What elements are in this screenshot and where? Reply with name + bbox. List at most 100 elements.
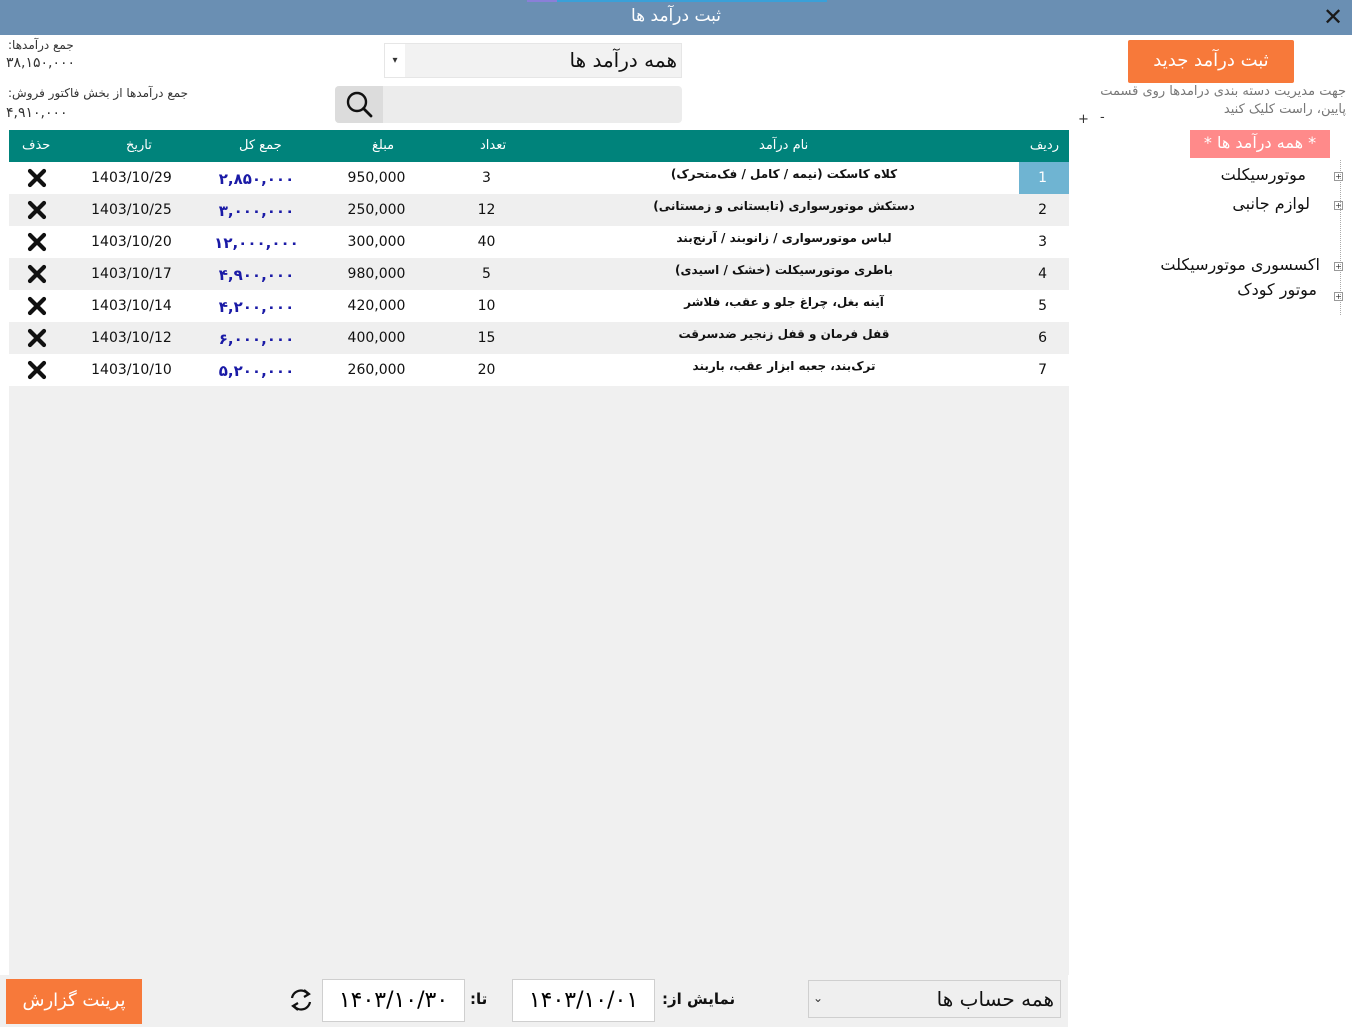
- category-hint: جهت مدیریت دسته بندی درامدها روی قسمت پا…: [1100, 84, 1346, 117]
- cell-row-number: 6: [1038, 330, 1047, 346]
- tree-expand-icon[interactable]: +: [1334, 172, 1343, 181]
- delete-icon[interactable]: [27, 232, 47, 252]
- account-select[interactable]: ⌄ همه حساب ها: [808, 980, 1061, 1018]
- cell-date: 1403/10/29: [91, 170, 172, 186]
- tree-item-motorcycle-accessory[interactable]: اکسسوری موتورسیکلت: [1160, 255, 1320, 274]
- delete-icon[interactable]: [27, 264, 47, 284]
- cell-row-number: 7: [1038, 362, 1047, 378]
- header-total[interactable]: جمع کل: [239, 138, 282, 153]
- cell-date: 1403/10/25: [91, 202, 172, 218]
- cell-amount: 950,000: [347, 170, 406, 186]
- new-income-button[interactable]: ثبت درآمد جدید: [1128, 40, 1294, 83]
- cell-count: 10: [477, 298, 496, 314]
- footer-bar: پرینت گزارش ۱۴۰۳/۱۰/۳۰ تا: ۱۴۰۳/۱۰/۰۱ نم…: [0, 975, 1068, 1027]
- header-delete: حذف: [22, 138, 51, 153]
- cell-amount: 980,000: [347, 266, 406, 282]
- search-box: [335, 86, 682, 123]
- table-row[interactable]: 3 لباس موتورسواری / زانوبند / آرنج‌بند 40 3…: [9, 226, 1069, 258]
- cell-amount: 250,000: [347, 202, 406, 218]
- tree-item-all-incomes[interactable]: * همه درآمد ها *: [1190, 130, 1330, 158]
- tree-item-accessories[interactable]: لوازم جانبی: [1232, 194, 1310, 213]
- income-table: ردیف نام درآمد تعداد مبلغ جمع کل تاریخ ح…: [9, 130, 1069, 975]
- table-header: ردیف نام درآمد تعداد مبلغ جمع کل تاریخ ح…: [9, 130, 1069, 162]
- from-date-input[interactable]: ۱۴۰۳/۱۰/۰۱: [512, 979, 655, 1022]
- search-icon[interactable]: [335, 86, 383, 123]
- from-date-label: نمایش از:: [662, 990, 736, 1008]
- cell-count: 12: [477, 202, 496, 218]
- table-row[interactable]: 4 باطری موتورسیکلت (خشک / اسیدی) 5 980,000 ۴…: [9, 258, 1069, 290]
- total-income-label: جمع درآمدها:: [8, 38, 74, 52]
- window-title: ثبت درآمد ها: [630, 6, 722, 26]
- total-income-value: ۳۸,۱۵۰,۰۰۰: [6, 55, 76, 71]
- cell-total: ۳,۰۰۰,۰۰۰: [218, 202, 295, 220]
- cell-date: 1403/10/10: [91, 362, 172, 378]
- cell-total: ۴,۹۰۰,۰۰۰: [218, 266, 295, 284]
- cell-income-name: ترک‌بند، جعبه ابزار عقب، باربند: [692, 359, 876, 373]
- tree-expand-icon[interactable]: +: [1334, 201, 1343, 210]
- cell-amount: 300,000: [347, 234, 406, 250]
- tree-expand-icon[interactable]: +: [1334, 262, 1343, 271]
- income-filter-select[interactable]: ▾ همه درآمد ها: [384, 43, 682, 78]
- header-count[interactable]: تعداد: [480, 138, 506, 153]
- delete-icon[interactable]: [27, 360, 47, 380]
- cell-amount: 260,000: [347, 362, 406, 378]
- chevron-down-icon[interactable]: ⌄: [813, 991, 823, 1005]
- sales-income-value: ۴,۹۱۰,۰۰۰: [6, 105, 68, 121]
- dropdown-arrow-icon[interactable]: ▾: [385, 44, 405, 77]
- cell-income-name: آینه بغل، چراغ جلو و عقب، فلاشر: [684, 295, 884, 309]
- cell-count: 3: [482, 170, 491, 186]
- sales-income-label: جمع درآمدها از بخش فاکتور فروش:: [8, 86, 189, 100]
- table-row[interactable]: 6 قفل فرمان و قفل زنجیر ضدسرقت 15 400,000 ۶,…: [9, 322, 1069, 354]
- header-income-name[interactable]: نام درآمد: [759, 138, 808, 153]
- title-accent-line: [527, 0, 827, 2]
- to-date-input[interactable]: ۱۴۰۳/۱۰/۳۰: [322, 979, 465, 1022]
- account-select-value: همه حساب ها: [936, 987, 1054, 1011]
- cell-date: 1403/10/17: [91, 266, 172, 282]
- cell-total: ۱۲,۰۰۰,۰۰۰: [214, 234, 299, 252]
- cell-total: ۵,۲۰۰,۰۰۰: [218, 362, 295, 380]
- cell-count: 20: [477, 362, 496, 378]
- close-icon: ✕: [1322, 3, 1344, 31]
- cell-amount: 400,000: [347, 330, 406, 346]
- title-accent-line-left: [527, 0, 557, 2]
- print-report-button[interactable]: پرینت گزارش: [6, 979, 142, 1024]
- table-row[interactable]: 7 ترک‌بند، جعبه ابزار عقب، باربند 20 260,00…: [9, 354, 1069, 386]
- cell-row-number: 5: [1038, 298, 1047, 314]
- tree-item-kids-motorcycle[interactable]: موتور کودک: [1237, 280, 1317, 299]
- to-date-label: تا:: [470, 990, 488, 1008]
- cell-date: 1403/10/14: [91, 298, 172, 314]
- table-row[interactable]: 2 دستکش موتورسواری (تابستانی و زمستانی) 12…: [9, 194, 1069, 226]
- delete-icon[interactable]: [27, 328, 47, 348]
- cell-count: 5: [482, 266, 491, 282]
- cell-date: 1403/10/12: [91, 330, 172, 346]
- cell-income-name: قفل فرمان و قفل زنجیر ضدسرقت: [678, 327, 890, 341]
- tree-item-motorcycle[interactable]: موتورسیکلت: [1221, 165, 1306, 184]
- delete-icon[interactable]: [27, 296, 47, 316]
- header-amount[interactable]: مبلغ: [372, 138, 394, 153]
- cell-count: 40: [477, 234, 496, 250]
- cell-row-number: 2: [1038, 202, 1047, 218]
- cell-income-name: کلاه کاسکت (نیمه / کامل / فک‌متحرک): [670, 167, 898, 181]
- refresh-icon[interactable]: [286, 985, 316, 1015]
- tree-collapse-all-button[interactable]: -: [1100, 110, 1105, 125]
- delete-icon[interactable]: [27, 168, 47, 188]
- cell-count: 15: [477, 330, 496, 346]
- cell-income-name: دستکش موتورسواری (تابستانی و زمستانی): [653, 199, 915, 213]
- cell-date: 1403/10/20: [91, 234, 172, 250]
- close-button[interactable]: ✕: [1320, 4, 1346, 30]
- cell-income-name: لباس موتورسواری / زانوبند / آرنج‌بند: [676, 231, 892, 245]
- title-bar: ثبت درآمد ها ✕: [0, 0, 1352, 35]
- table-row[interactable]: 5 آینه بغل، چراغ جلو و عقب، فلاشر 10 420,00…: [9, 290, 1069, 322]
- income-filter-value: همه درآمد ها: [569, 48, 677, 72]
- header-row-number[interactable]: ردیف: [1030, 138, 1059, 153]
- cell-row-number: 1: [1038, 170, 1047, 186]
- cell-row-number: 4: [1038, 266, 1047, 282]
- tree-expand-icon[interactable]: +: [1334, 292, 1343, 301]
- table-row[interactable]: 1 کلاه کاسکت (نیمه / کامل / فک‌متحرک) 3 950…: [9, 162, 1069, 194]
- tree-expand-all-button[interactable]: +: [1078, 112, 1089, 127]
- delete-icon[interactable]: [27, 200, 47, 220]
- cell-row-number: 3: [1038, 234, 1047, 250]
- header-date[interactable]: تاریخ: [126, 138, 152, 153]
- search-input[interactable]: [385, 88, 675, 120]
- cell-total: ۲,۸۵۰,۰۰۰: [218, 170, 295, 188]
